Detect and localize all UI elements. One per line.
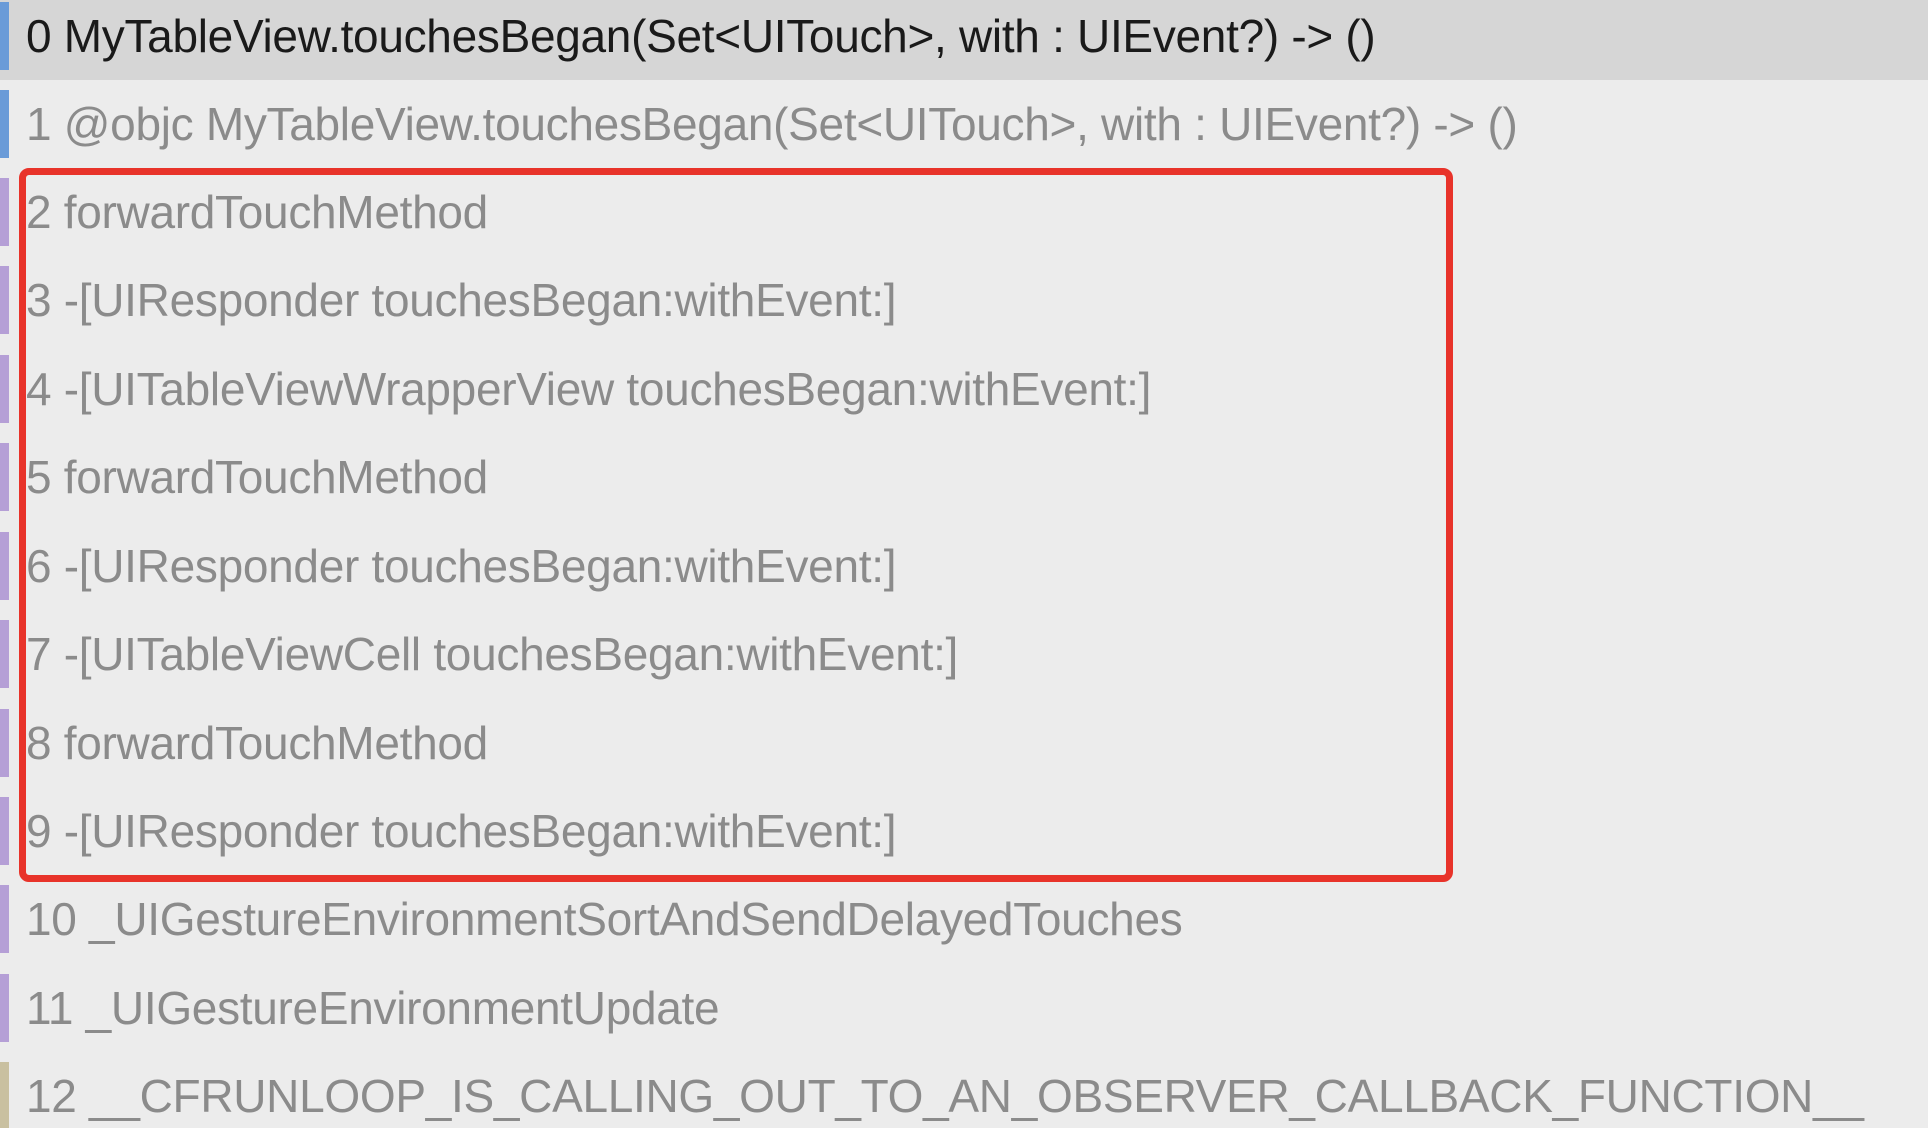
frame-type-bar: [0, 620, 9, 688]
stack-frame-3[interactable]: 3 -[UIResponder touchesBegan:withEvent:]: [0, 256, 1928, 344]
stack-frame-label: 2 forwardTouchMethod: [26, 186, 488, 238]
frame-type-bar: [0, 178, 9, 246]
stack-frame-8[interactable]: 8 forwardTouchMethod: [0, 699, 1928, 787]
stack-frame-label: 10 _UIGestureEnvironmentSortAndSendDelay…: [26, 893, 1183, 945]
frame-type-bar: [0, 355, 9, 423]
stack-frame-label: 8 forwardTouchMethod: [26, 717, 488, 769]
frame-type-bar: [0, 266, 9, 334]
stack-frame-label: 11 _UIGestureEnvironmentUpdate: [26, 982, 720, 1034]
call-stack-view: 0 MyTableView.touchesBegan(Set<UITouch>,…: [0, 0, 1928, 1128]
frame-type-bar: [0, 443, 9, 511]
stack-frame-7[interactable]: 7 -[UITableViewCell touchesBegan:withEve…: [0, 610, 1928, 698]
stack-frame-2[interactable]: 2 forwardTouchMethod: [0, 168, 1928, 256]
stack-frame-6[interactable]: 6 -[UIResponder touchesBegan:withEvent:]: [0, 522, 1928, 610]
frame-type-bar: [0, 2, 9, 70]
stack-frame-label: 0 MyTableView.touchesBegan(Set<UITouch>,…: [26, 10, 1376, 62]
stack-frame-0[interactable]: 0 MyTableView.touchesBegan(Set<UITouch>,…: [0, 0, 1928, 80]
stack-frame-label: 1 @objc MyTableView.touchesBegan(Set<UIT…: [26, 98, 1518, 150]
stack-frame-10[interactable]: 10 _UIGestureEnvironmentSortAndSendDelay…: [0, 875, 1928, 963]
stack-frame-11[interactable]: 11 _UIGestureEnvironmentUpdate: [0, 964, 1928, 1052]
stack-frame-1[interactable]: 1 @objc MyTableView.touchesBegan(Set<UIT…: [0, 80, 1928, 168]
stack-frame-label: 5 forwardTouchMethod: [26, 451, 488, 503]
stack-frame-label: 3 -[UIResponder touchesBegan:withEvent:]: [26, 274, 897, 326]
frame-type-bar: [0, 797, 9, 865]
stack-frame-label: 12 __CFRUNLOOP_IS_CALLING_OUT_TO_AN_OBSE…: [26, 1070, 1864, 1122]
frame-type-bar: [0, 1062, 9, 1128]
stack-frame-12[interactable]: 12 __CFRUNLOOP_IS_CALLING_OUT_TO_AN_OBSE…: [0, 1052, 1928, 1128]
stack-frame-label: 6 -[UIResponder touchesBegan:withEvent:]: [26, 540, 897, 592]
stack-frame-9[interactable]: 9 -[UIResponder touchesBegan:withEvent:]: [0, 787, 1928, 875]
frame-type-bar: [0, 885, 9, 953]
stack-frame-label: 7 -[UITableViewCell touchesBegan:withEve…: [26, 628, 959, 680]
frame-type-bar: [0, 90, 9, 158]
frame-type-bar: [0, 709, 9, 777]
stack-frame-label: 9 -[UIResponder touchesBegan:withEvent:]: [26, 805, 897, 857]
stack-frame-label: 4 -[UITableViewWrapperView touchesBegan:…: [26, 363, 1152, 415]
frame-type-bar: [0, 974, 9, 1042]
frame-type-bar: [0, 532, 9, 600]
stack-frame-4[interactable]: 4 -[UITableViewWrapperView touchesBegan:…: [0, 345, 1928, 433]
stack-frame-5[interactable]: 5 forwardTouchMethod: [0, 433, 1928, 521]
